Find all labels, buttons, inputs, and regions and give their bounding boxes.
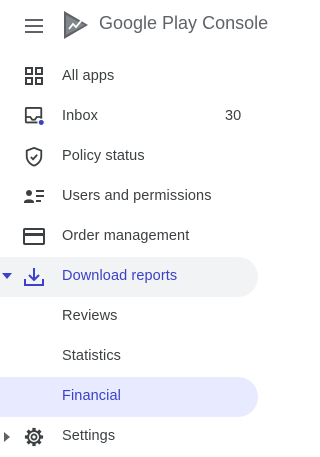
logo-word-console: Console: [202, 13, 269, 33]
logo-word-google-play: Google Play: [99, 13, 198, 33]
grid-icon: [25, 67, 43, 85]
sidebar-subitem-reviews[interactable]: Reviews: [0, 297, 258, 337]
download-icon: [24, 268, 44, 286]
sidebar-subitem-statistics[interactable]: Statistics: [0, 337, 258, 377]
sidebar-item-label: Inbox: [62, 108, 98, 124]
sidebar-item-settings[interactable]: Settings: [0, 417, 258, 457]
inbox-icon: [24, 107, 46, 127]
app-logo-text: Google Play Console: [99, 13, 268, 34]
sidebar-item-label: Financial: [62, 388, 121, 404]
sidebar-item-label: All apps: [62, 68, 115, 84]
chevron-down-icon[interactable]: [2, 273, 12, 279]
sidebar-item-label: Download reports: [62, 268, 178, 284]
chevron-right-icon[interactable]: [4, 432, 10, 442]
unread-dot-icon: [37, 118, 46, 127]
play-console-logo-icon: [64, 11, 88, 39]
sidebar-item-label: Reviews: [62, 308, 118, 324]
gear-icon: [24, 427, 44, 447]
sidebar-item-label: Users and permissions: [62, 188, 212, 204]
sidebar-item-all-apps[interactable]: All apps: [0, 57, 258, 97]
inbox-count-badge: 30: [225, 108, 242, 124]
sidebar-item-label: Policy status: [62, 148, 145, 164]
menu-icon[interactable]: [24, 16, 44, 36]
sidebar-item-label: Order management: [62, 228, 190, 244]
app-header: Google Play Console: [0, 0, 285, 52]
shield-check-icon: [25, 147, 43, 167]
sidebar-subitem-financial[interactable]: Financial: [0, 377, 258, 417]
users-icon: [24, 190, 44, 203]
sidebar-item-inbox[interactable]: Inbox 30: [0, 97, 258, 137]
sidebar-item-users-and-permissions[interactable]: Users and permissions: [0, 177, 258, 217]
sidebar-item-download-reports[interactable]: Download reports: [0, 257, 258, 297]
sidebar-item-label: Statistics: [62, 348, 122, 364]
sidebar-item-policy-status[interactable]: Policy status: [0, 137, 258, 177]
credit-card-icon: [23, 228, 45, 245]
sidebar-item-label: Settings: [62, 428, 116, 444]
sidebar-item-order-management[interactable]: Order management: [0, 217, 258, 257]
